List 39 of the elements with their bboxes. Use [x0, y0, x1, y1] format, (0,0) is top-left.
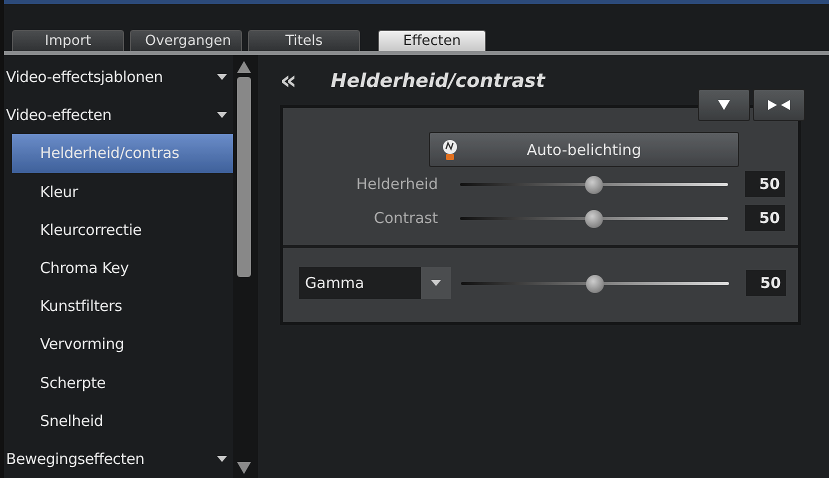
tab[interactable]: Overgangen [130, 30, 242, 51]
slider-thumb[interactable] [585, 210, 603, 228]
arrows-inward-icon [768, 100, 790, 110]
tab[interactable]: Titels [248, 30, 360, 51]
effect-item[interactable]: Helderheid/contras [12, 134, 233, 173]
effect-item[interactable]: Chroma Key [12, 248, 233, 288]
caret-icon [217, 112, 227, 118]
slider-thumb[interactable] [585, 176, 603, 194]
panel-title: Helderheid/contrast [330, 70, 545, 92]
bulb-icon [442, 139, 458, 161]
scroll-up-icon[interactable] [237, 61, 251, 73]
value-field[interactable]: 50 [745, 171, 785, 197]
effect-item[interactable]: Kleurcorrectie [12, 210, 233, 249]
triangle-down-icon [718, 100, 730, 110]
gamma-dropdown[interactable]: Gamma [299, 267, 451, 299]
caret-icon [217, 456, 227, 462]
caret-icon [431, 280, 441, 286]
scrollbar[interactable] [233, 55, 255, 478]
value-field[interactable]: 50 [746, 270, 786, 296]
auto-exposure-button[interactable]: Auto-belichting [429, 132, 739, 167]
category-item[interactable]: Video-effectsjablonen [4, 58, 233, 96]
scroll-down-icon[interactable] [237, 462, 251, 474]
slider-label: Helderheid [355, 175, 439, 193]
effect-item[interactable]: Kleur [12, 172, 233, 211]
back-button[interactable]: « [280, 66, 297, 96]
slider-label: Contrast [372, 209, 439, 227]
tab[interactable]: Effecten [378, 30, 486, 51]
category-item[interactable]: Bewegingseffecten [4, 440, 233, 478]
slider-thumb[interactable] [586, 274, 604, 292]
effect-item[interactable]: Kunstfilters [12, 287, 233, 326]
effect-item[interactable]: Scherpte [12, 364, 233, 402]
category-item[interactable]: Video-effecten [4, 96, 233, 134]
value-field[interactable]: 50 [745, 205, 785, 231]
dropdown-button[interactable] [698, 89, 750, 121]
caret-icon [217, 74, 227, 80]
effect-item[interactable]: Vervorming [12, 325, 233, 364]
tab[interactable]: Import [12, 30, 124, 51]
effect-item[interactable]: Snelheid [12, 402, 233, 440]
collapse-button[interactable] [753, 89, 805, 121]
